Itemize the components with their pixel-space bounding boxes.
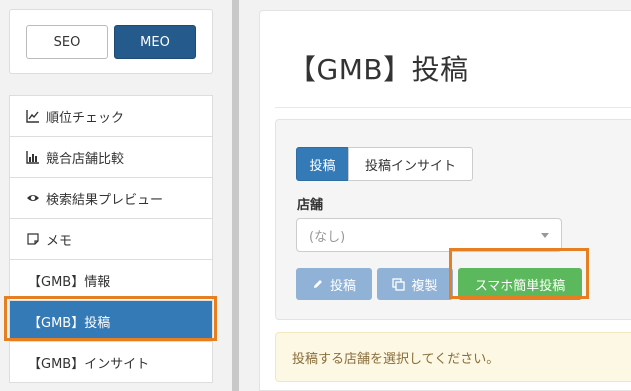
sidebar-item-competitor-compare[interactable]: 競合店舗比較 (10, 137, 212, 178)
store-select-value: (なし) (309, 229, 346, 245)
bar-chart-icon (26, 150, 40, 164)
copy-button-label: 複製 (411, 278, 438, 294)
sidebar-item-label: 競合店舗比較 (46, 151, 125, 167)
line-chart-icon (26, 109, 40, 123)
content-panel: 【GMB】投稿 投稿 投稿インサイト 店舗 (なし) 投稿 複製 スマホ簡単投稿… (259, 10, 631, 391)
copy-icon (392, 277, 406, 291)
seo-button[interactable]: SEO (26, 25, 108, 59)
sidebar-item-gmb-post[interactable]: 【GMB】投稿 (10, 301, 212, 342)
eye-icon (26, 191, 40, 205)
main-content: 【GMB】投稿 投稿 投稿インサイト 店舗 (なし) 投稿 複製 スマホ簡単投稿… (247, 0, 631, 391)
page-title: 【GMB】投稿 (288, 53, 469, 86)
post-button-label: 投稿 (329, 278, 356, 294)
sidebar-item-label: 【GMB】投稿 (28, 315, 111, 331)
copy-button[interactable]: 複製 (377, 268, 453, 300)
tab-post[interactable]: 投稿 (296, 147, 349, 181)
store-label: 店舗 (297, 198, 324, 213)
mobile-easy-post-button[interactable]: スマホ簡単投稿 (458, 268, 582, 300)
sidebar-item-gmb-info[interactable]: 【GMB】情報 (10, 260, 212, 301)
caret-down-icon (541, 233, 549, 238)
tab-post-insight[interactable]: 投稿インサイト (348, 147, 473, 181)
sidebar-item-search-preview[interactable]: 検索結果プレビュー (10, 178, 212, 219)
sidebar-item-label: メモ (46, 233, 73, 249)
sidebar-menu: 順位チェック 競合店舗比較 検索結果プレビュー メモ 【GMB】情報 【GMB】… (9, 95, 213, 383)
store-select[interactable]: (なし) (296, 218, 562, 252)
sidebar-item-memo[interactable]: メモ (10, 219, 212, 260)
meo-button[interactable]: MEO (114, 25, 196, 59)
note-icon (26, 232, 40, 246)
select-store-alert: 投稿する店舗を選択してください。 (275, 332, 631, 382)
sidebar: SEO MEO 順位チェック 競合店舗比較 検索結果プレビュー メモ 【GMB】… (0, 0, 232, 391)
sidebar-item-rank-check[interactable]: 順位チェック (10, 96, 212, 137)
mode-switch: SEO MEO (9, 9, 213, 74)
sidebar-item-label: 検索結果プレビュー (46, 192, 164, 208)
sidebar-item-gmb-insight[interactable]: 【GMB】インサイト (10, 342, 212, 383)
pencil-icon (312, 278, 324, 290)
sidebar-item-label: 【GMB】インサイト (28, 356, 150, 372)
sidebar-item-label: 【GMB】情報 (28, 274, 111, 290)
post-form: 投稿 投稿インサイト 店舗 (なし) 投稿 複製 スマホ簡単投稿 (275, 119, 631, 320)
sidebar-item-label: 順位チェック (46, 110, 125, 126)
post-button[interactable]: 投稿 (296, 268, 372, 300)
splitter[interactable] (232, 0, 239, 391)
title-divider (275, 107, 631, 108)
